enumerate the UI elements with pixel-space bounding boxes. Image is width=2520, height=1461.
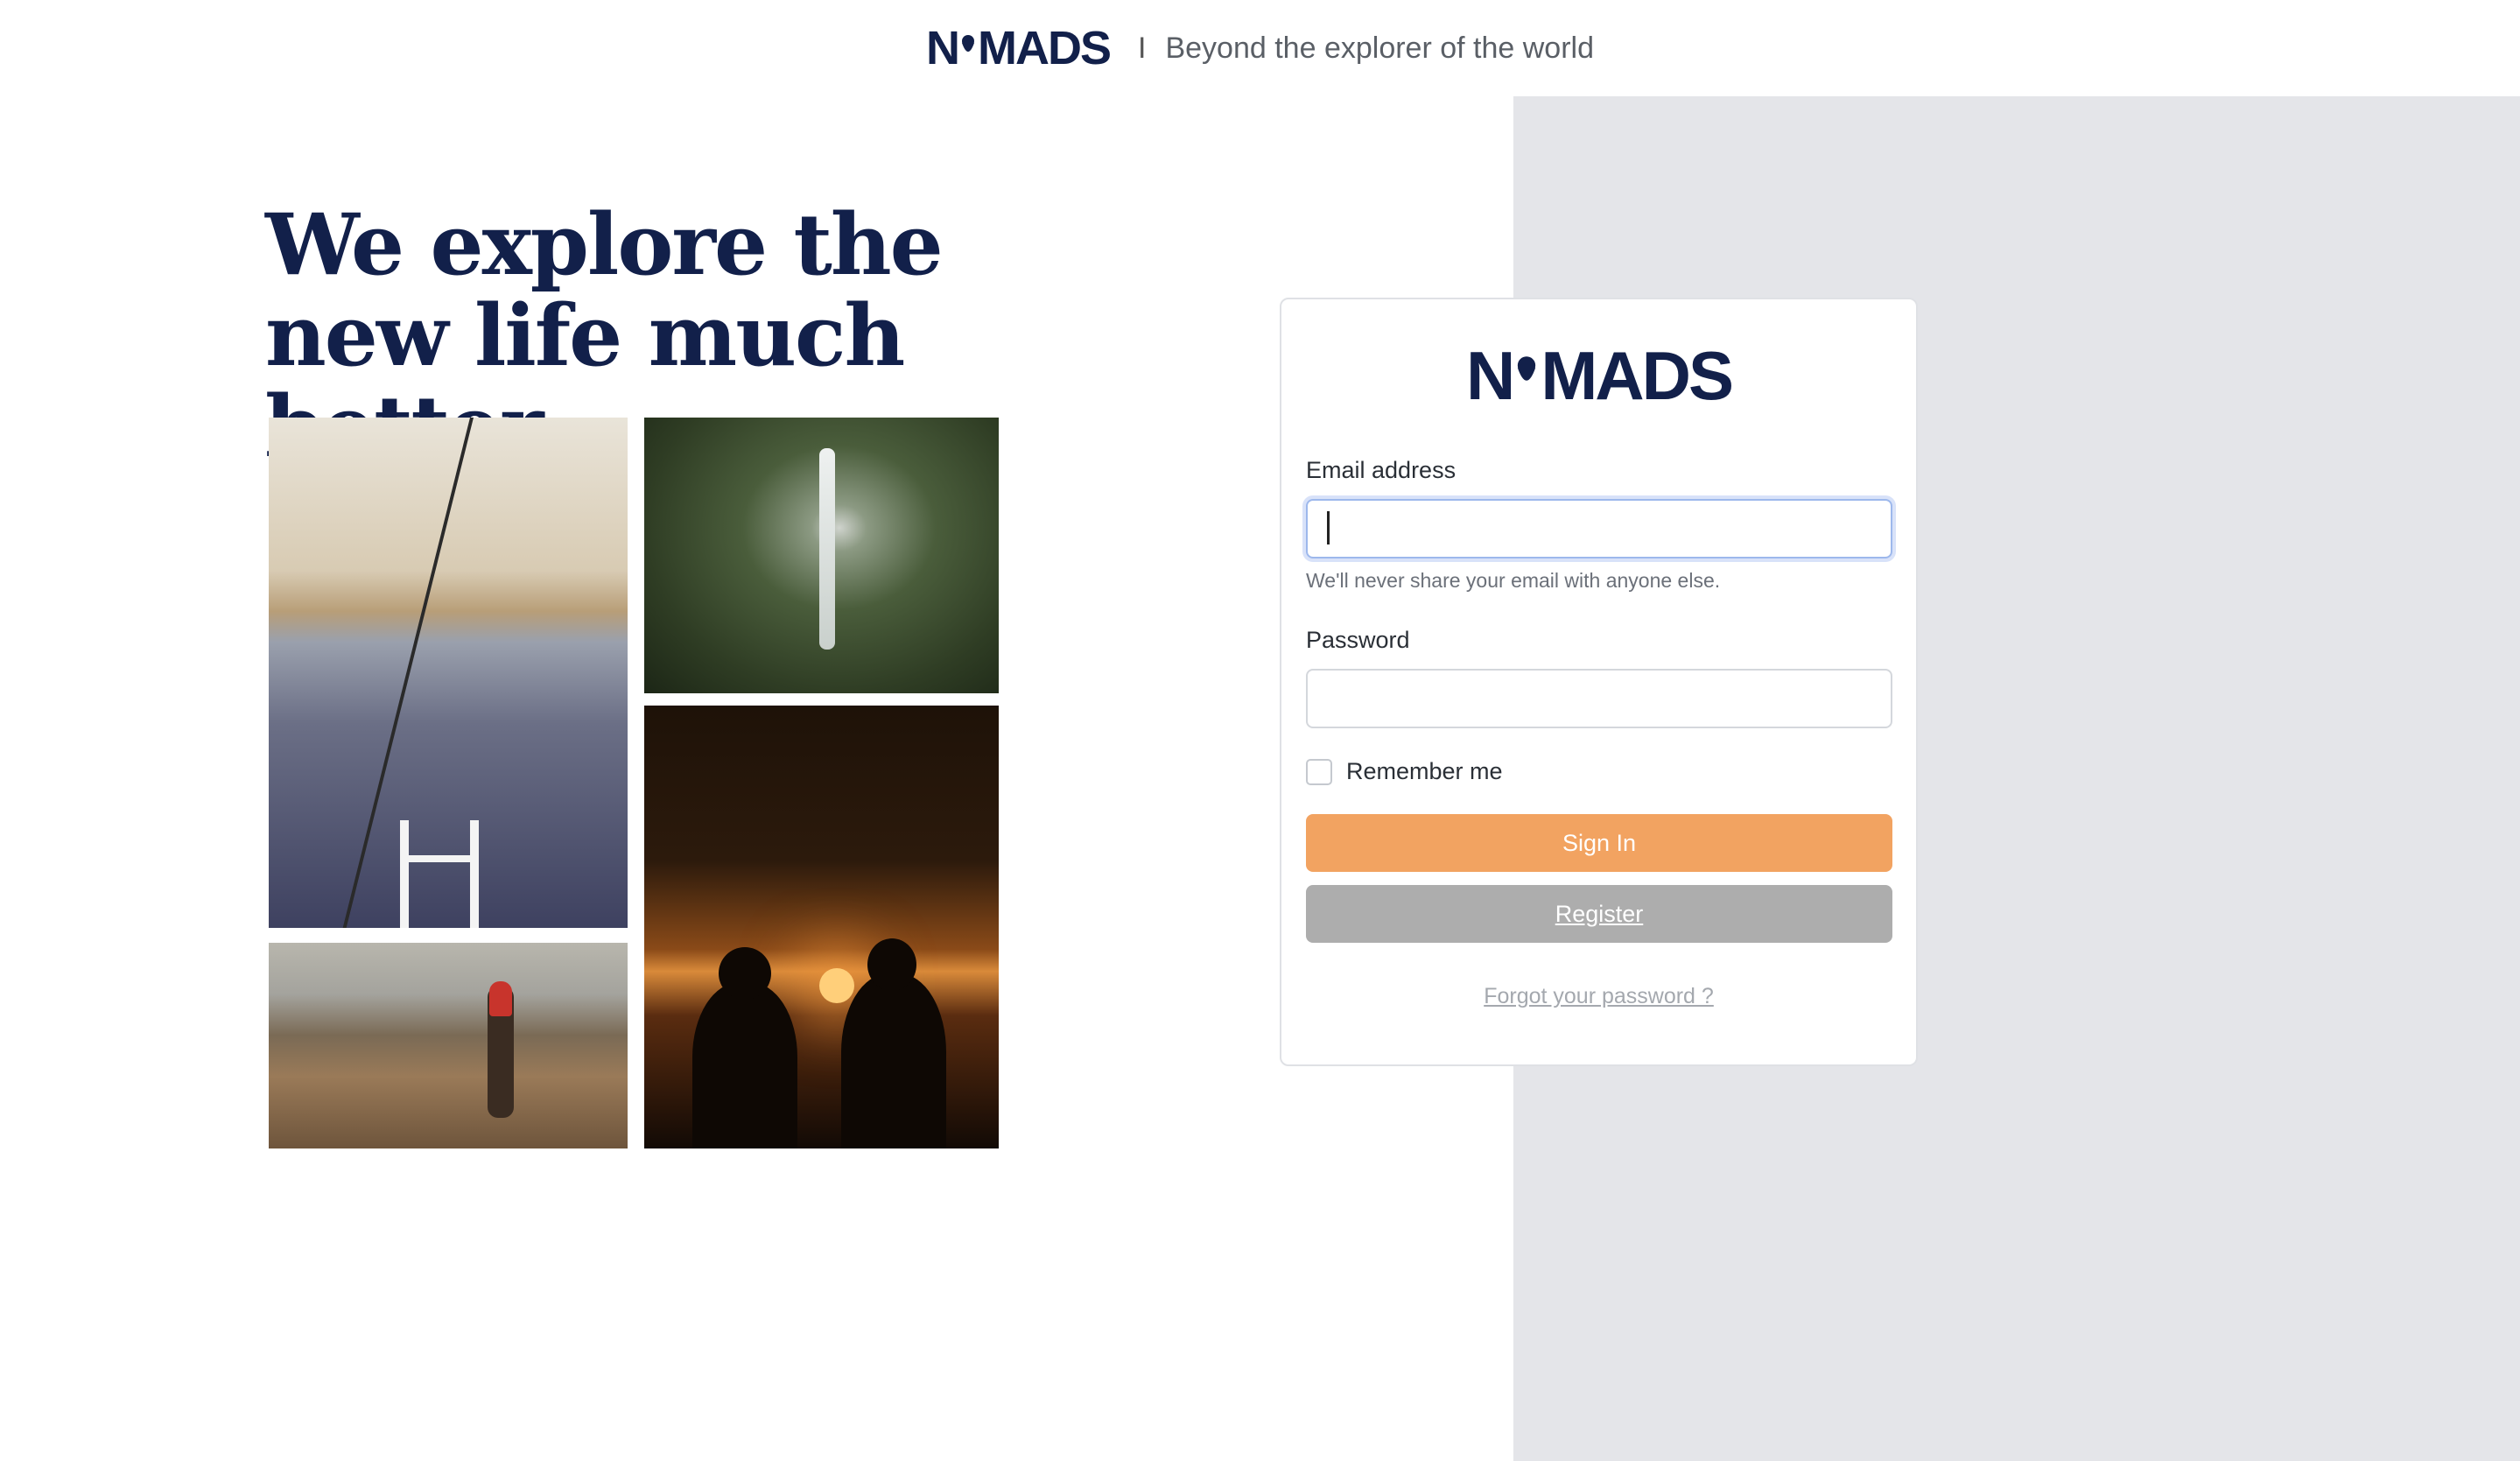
logo-letter-n: N <box>926 22 960 74</box>
silhouette-person-left <box>692 982 797 1148</box>
text-caret <box>1327 511 1330 544</box>
remember-me-row[interactable]: Remember me <box>1306 758 1503 785</box>
login-card: N MADS Email address We'll never share y… <box>1280 298 1918 1066</box>
email-field[interactable] <box>1306 499 1892 558</box>
photo-boat-sea <box>269 418 628 928</box>
forgot-password-link[interactable]: Forgot your password ? <box>1281 984 1916 1009</box>
remember-me-label[interactable]: Remember me <box>1346 758 1503 785</box>
silhouette-person-right <box>841 973 946 1148</box>
email-label: Email address <box>1306 457 1457 483</box>
silhouette-head-right <box>867 938 916 991</box>
sign-in-button[interactable]: Sign In <box>1306 814 1892 872</box>
location-pin-icon <box>1518 356 1536 381</box>
waterfall-stream <box>819 448 835 650</box>
header-tagline: Beyond the explorer of the world <box>1165 31 1594 65</box>
password-field[interactable] <box>1306 669 1892 728</box>
register-button[interactable]: Register <box>1306 885 1892 943</box>
photo-hiker-cliff <box>269 943 628 1148</box>
logo-letters: MADS <box>978 22 1112 74</box>
remember-me-checkbox[interactable] <box>1306 758 1332 785</box>
sunset-sun <box>819 968 854 1003</box>
boat-bow <box>400 820 479 928</box>
card-brand-logo: N MADS <box>1281 341 1916 410</box>
card-logo-letters: MADS <box>1541 337 1734 414</box>
header-separator: I <box>1138 31 1147 65</box>
login-page: N MADS I Beyond the explorer of the worl… <box>0 0 2520 1461</box>
photo-waterfall <box>644 418 999 693</box>
password-label: Password <box>1306 627 1410 653</box>
site-header: N MADS I Beyond the explorer of the worl… <box>0 0 2520 96</box>
location-pin-icon <box>962 35 975 52</box>
email-field-wrap <box>1281 499 1916 558</box>
email-help-text: We'll never share your email with anyone… <box>1306 569 1721 592</box>
hiker-figure <box>488 981 514 1118</box>
photo-sunset-couple <box>644 706 999 1148</box>
card-logo-letter-n: N <box>1465 337 1515 414</box>
silhouette-head-left <box>719 947 771 1000</box>
brand-logo[interactable]: N MADS <box>926 22 1112 74</box>
